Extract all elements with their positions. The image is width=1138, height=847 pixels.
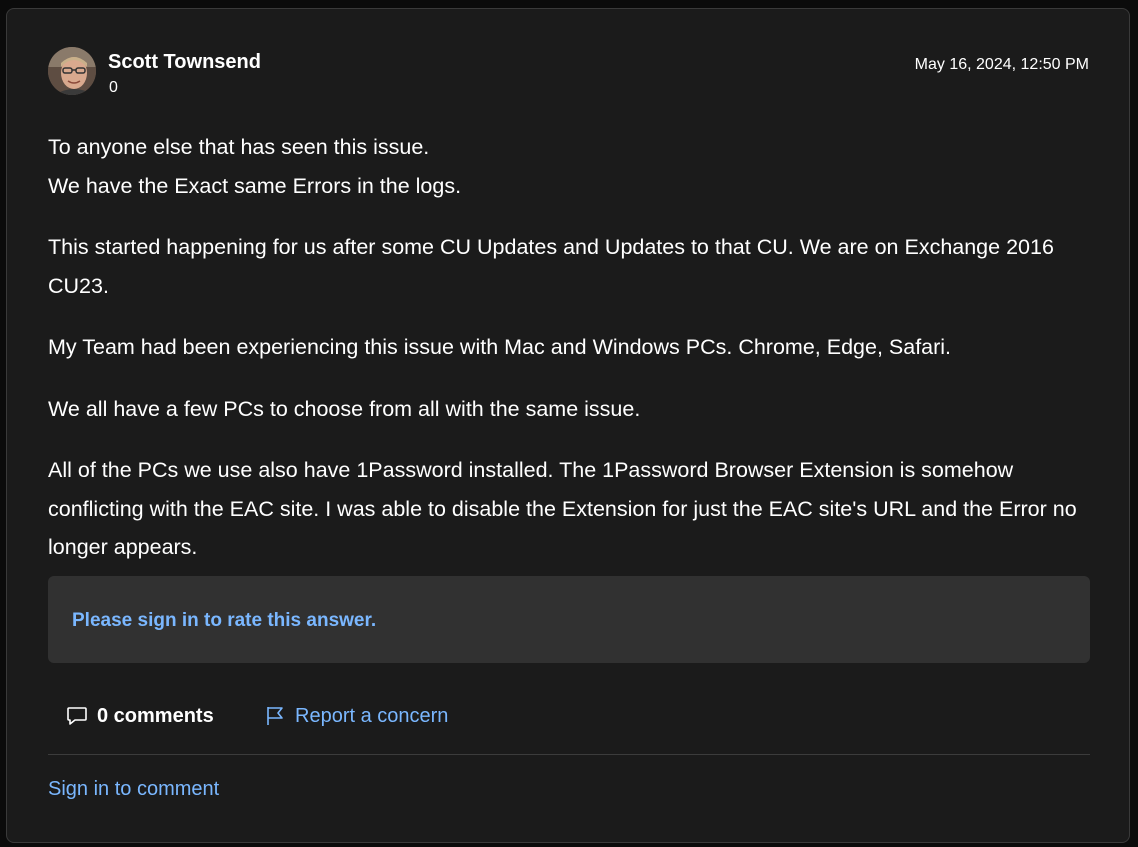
paragraph-3: My Team had been experiencing this issue…: [48, 335, 952, 359]
rate-answer-box: Please sign in to rate this answer.: [48, 576, 1090, 663]
post-date: May 16, 2024, 12:50 PM: [914, 56, 1089, 73]
paragraph-1-line-2: We have the Exact same Errors in the log…: [48, 173, 462, 198]
flag-icon: [263, 704, 287, 728]
avatar[interactable]: [48, 47, 96, 95]
sign-in-to-comment-link[interactable]: Sign in to comment: [48, 776, 219, 802]
report-label: Report a concern: [295, 704, 449, 727]
answer-card: Scott Townsend 0 May 16, 2024, 12:50 PM …: [6, 8, 1130, 843]
paragraph-4: We all have a few PCs to choose from all…: [48, 396, 641, 421]
divider: [48, 754, 1090, 755]
paragraph-5: All of the PCs we use also have 1Passwor…: [48, 458, 1077, 559]
comments-label: 0 comments: [97, 704, 214, 727]
report-concern-button[interactable]: Report a concern: [263, 702, 448, 730]
paragraph-2: This started happening for us after some…: [48, 235, 1054, 298]
comment-icon: [65, 704, 89, 728]
author-reputation: 0: [109, 79, 118, 96]
author-name[interactable]: Scott Townsend: [108, 50, 261, 74]
sign-in-to-rate-link[interactable]: Please sign in to rate this answer.: [72, 609, 376, 633]
comments-button[interactable]: 0 comments: [65, 702, 214, 730]
post-body: To anyone else that has seen this issue.…: [48, 128, 1093, 590]
paragraph-1-line-1: To anyone else that has seen this issue.: [48, 135, 430, 159]
user-photo-icon: [48, 47, 96, 95]
paragraph-1: To anyone else that has seen this issue.…: [48, 128, 1093, 205]
